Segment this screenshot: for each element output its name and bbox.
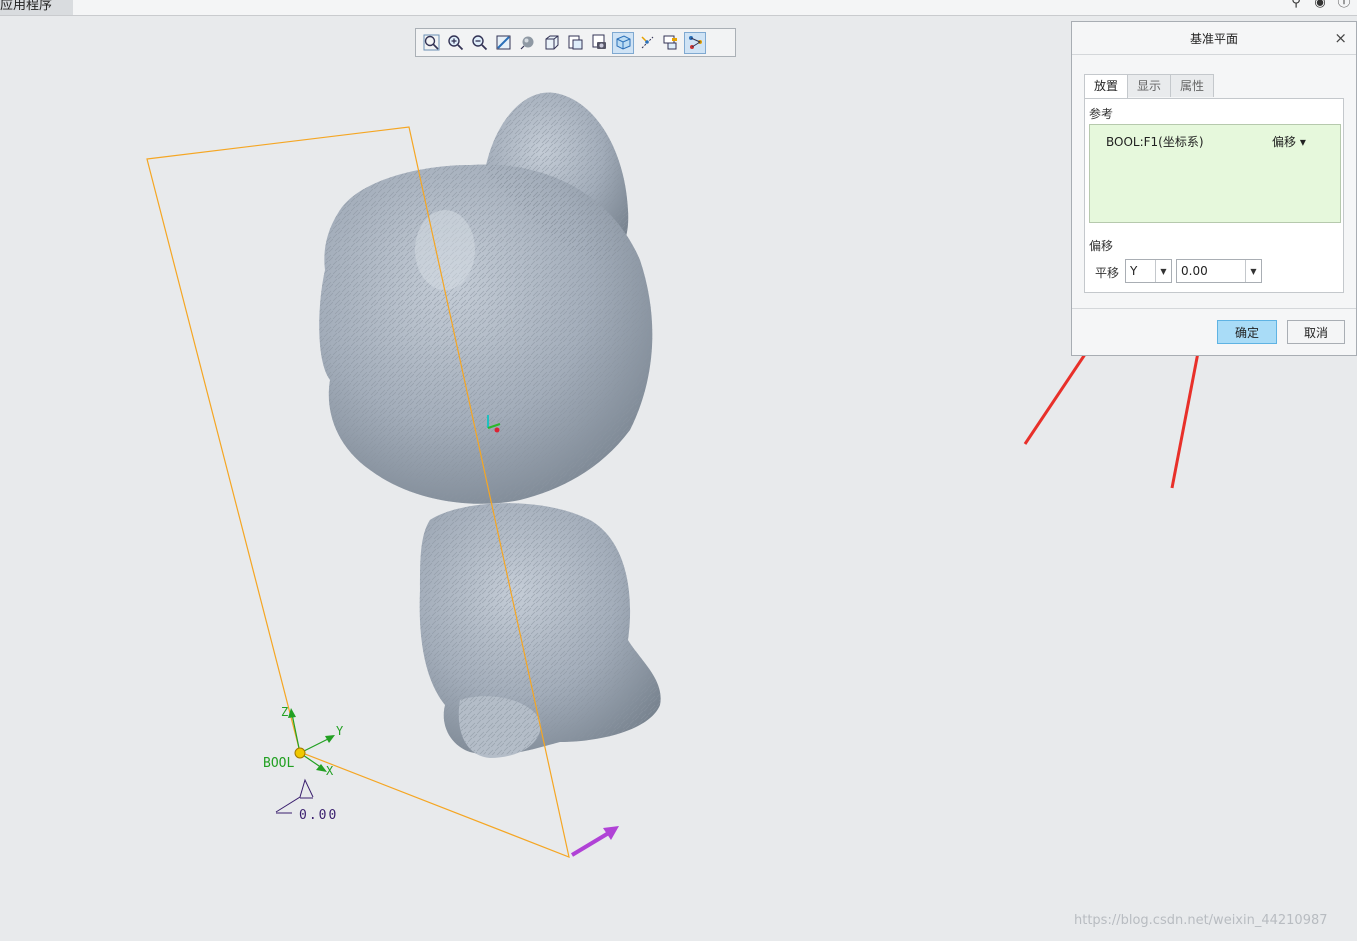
axis-select[interactable]: Y ▼: [1125, 259, 1172, 283]
references-label: 参考: [1089, 107, 1114, 121]
tab-display[interactable]: 显示: [1127, 74, 1172, 97]
offset-label: 偏移: [1089, 239, 1114, 253]
watermark: https://blog.csdn.net/weixin_44210987: [1074, 913, 1328, 928]
dialog-footer-divider: [1072, 308, 1356, 309]
direction-arrow[interactable]: [570, 826, 619, 857]
dialog-tabs: 放置 显示 属性: [1084, 74, 1215, 99]
placement-panel: 参考 BOOL:F1(坐标系) 偏移 ▾ 偏移 平移 Y ▼ 0.00 ▼: [1084, 98, 1344, 293]
tab-placement[interactable]: 放置: [1084, 74, 1129, 99]
tab-properties[interactable]: 属性: [1170, 74, 1215, 97]
cancel-button[interactable]: 取消: [1287, 320, 1345, 344]
offset-dimension-value[interactable]: 0.00: [299, 808, 338, 823]
dialog-titlebar[interactable]: 基准平面 ×: [1072, 22, 1356, 55]
datum-plane-dialog: 基准平面 × 放置 显示 属性 参考 BOOL:F1(坐标系) 偏移 ▾ 偏移 …: [1071, 21, 1357, 356]
reference-item[interactable]: BOOL:F1(坐标系): [1106, 133, 1204, 150]
reference-constraint-dropdown[interactable]: 偏移 ▾: [1272, 133, 1306, 150]
axis-select-value: Y: [1130, 264, 1138, 278]
offset-value-text: 0.00: [1181, 264, 1208, 278]
translate-label: 平移: [1095, 266, 1120, 280]
offset-dimension[interactable]: 0.00: [275, 778, 338, 823]
csys-axis-y: Y: [336, 724, 344, 738]
csys-bool[interactable]: Z Y X BOOL: [263, 705, 344, 778]
references-collector[interactable]: BOOL:F1(坐标系) 偏移 ▾: [1089, 124, 1341, 223]
cat-model[interactable]: [319, 92, 661, 758]
chevron-down-icon[interactable]: ▼: [1155, 260, 1171, 282]
ok-button[interactable]: 确定: [1217, 320, 1277, 344]
dialog-title: 基准平面: [1189, 31, 1238, 46]
chevron-down-icon[interactable]: ▼: [1245, 260, 1261, 282]
close-icon[interactable]: ×: [1334, 29, 1347, 47]
csys-axis-z: Z: [281, 705, 288, 719]
offset-value-field[interactable]: 0.00 ▼: [1176, 259, 1262, 283]
csys-axis-x: X: [326, 764, 334, 778]
csys-label: BOOL: [263, 756, 294, 771]
